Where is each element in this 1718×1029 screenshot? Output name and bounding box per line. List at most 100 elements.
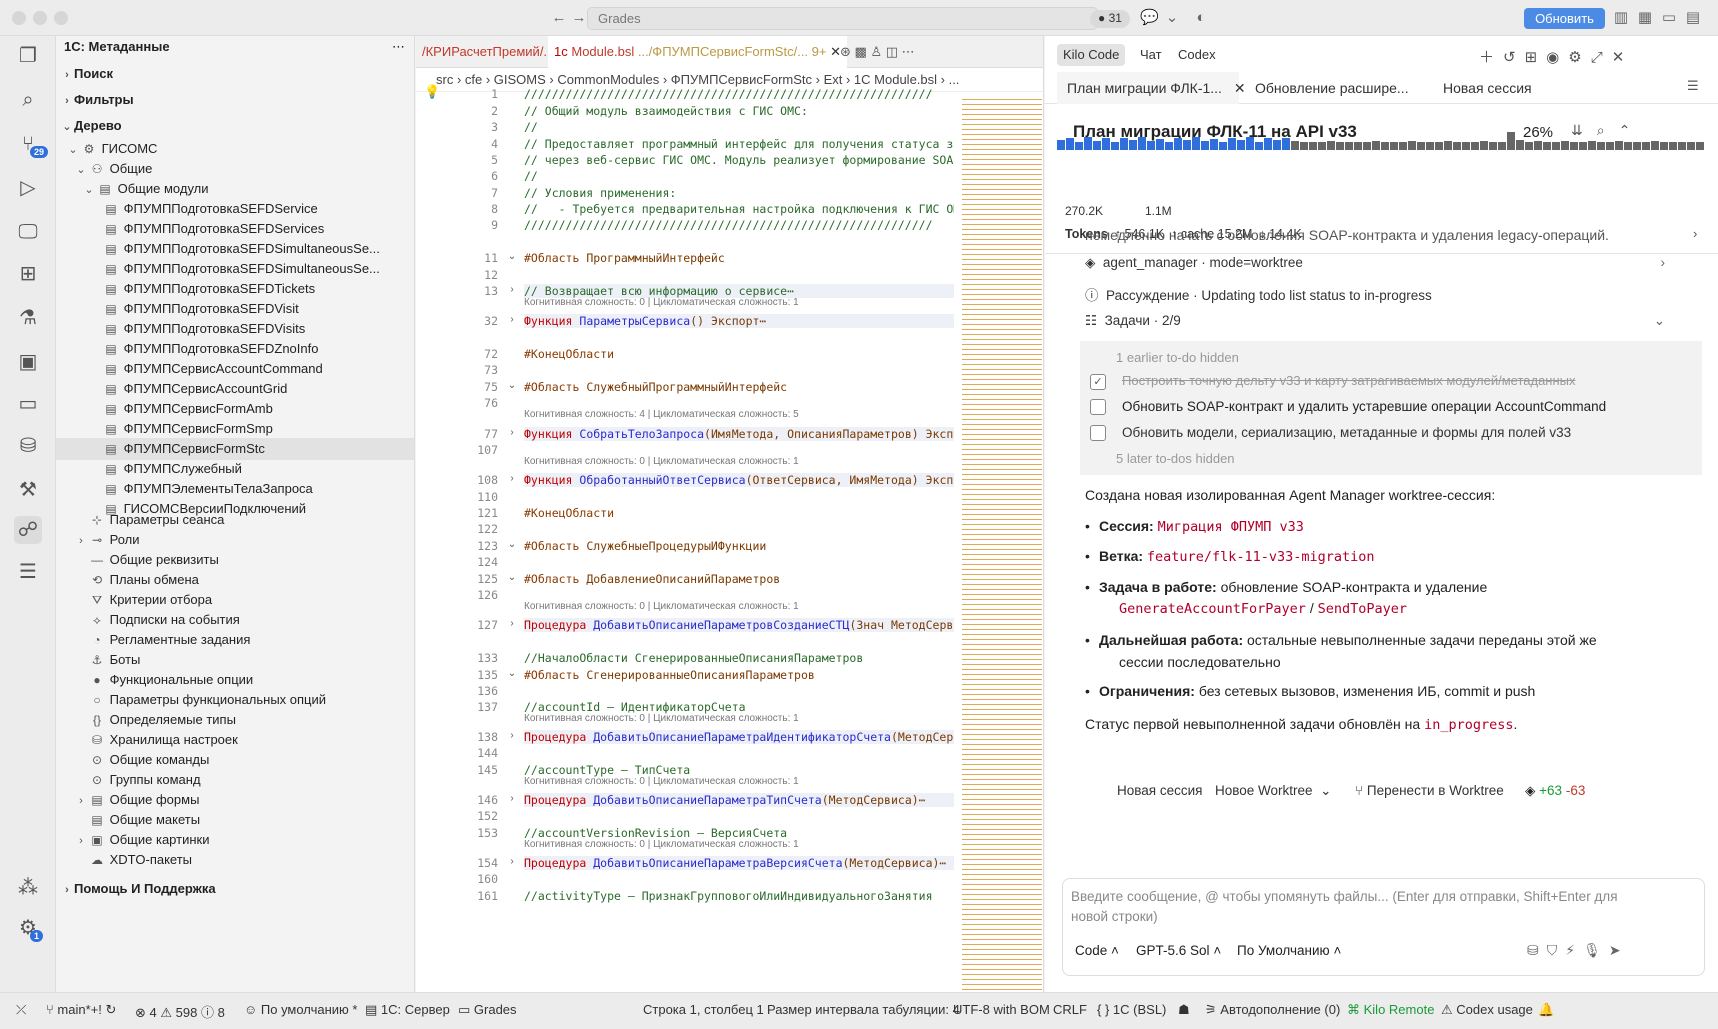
code-line[interactable]: Функция ПараметрыСервиса() Экспорт⋯ bbox=[524, 314, 954, 328]
code-line[interactable]: //activityType – ПризнакГрупповогоИлиИнд… bbox=[524, 889, 954, 903]
back-arrow-icon[interactable]: ← bbox=[550, 9, 568, 27]
tree-node[interactable]: ⊙ Группы команд bbox=[56, 769, 414, 791]
forward-arrow-icon[interactable]: → bbox=[570, 9, 588, 27]
codex-usage[interactable]: ⚠ Codex usage bbox=[1441, 1002, 1533, 1018]
tree-module-item[interactable]: ▤ ФПУМППодготовкаSEFDServices bbox=[56, 218, 414, 240]
code-line[interactable]: //accountVersionRevision – ВерсияСчета bbox=[524, 826, 954, 840]
chevron-right-icon[interactable]: › bbox=[506, 314, 518, 325]
tree-node[interactable]: ⊙ Общие команды bbox=[56, 749, 414, 771]
new-worktree-button[interactable]: Новое Worktree ⌄ bbox=[1215, 783, 1331, 799]
command-center[interactable]: Grades bbox=[587, 7, 1098, 30]
code-line[interactable]: #КонецОбласти bbox=[524, 506, 954, 520]
section-help[interactable]: › Помощь И Поддержка bbox=[56, 878, 414, 900]
code-line[interactable]: #Область СгенерированныеОписанияПараметр… bbox=[524, 668, 954, 682]
remote-explorer-icon[interactable]: 🖵 bbox=[14, 218, 42, 246]
section-search[interactable]: › Поиск bbox=[56, 63, 414, 85]
branch-indicator[interactable]: ⑂ main*+! ↻ bbox=[46, 1002, 116, 1018]
cursor-position[interactable]: Строка 1, столбец 1 bbox=[643, 1002, 764, 1017]
preset-select[interactable]: По Умолчанию ˄ bbox=[1237, 943, 1341, 958]
todo-item[interactable]: Обновить модели, сериализацию, метаданны… bbox=[1090, 425, 1571, 442]
minimize-window-button[interactable] bbox=[33, 11, 47, 25]
ai-icon[interactable]: ⊛ bbox=[840, 44, 851, 59]
chevron-right-icon[interactable]: › bbox=[1693, 226, 1697, 241]
session-tab-2[interactable]: Обновление расшире... bbox=[1255, 72, 1409, 104]
chevron-down-icon[interactable]: ⌄ bbox=[506, 251, 518, 262]
chevron-right-icon[interactable]: › bbox=[506, 793, 518, 804]
chevron-right-icon[interactable]: › bbox=[506, 730, 518, 741]
mode-select[interactable]: Code ˄ bbox=[1075, 943, 1119, 958]
complexity-hint[interactable]: Когнитивная сложность: 0 | Цикломатическ… bbox=[524, 601, 799, 612]
code-line[interactable]: #Область СлужебныеПроцедурыИФункции bbox=[524, 539, 954, 553]
code-line[interactable]: // Предоставляет программный интерфейс д… bbox=[524, 137, 954, 151]
toggle-panel-icon[interactable]: ▭ bbox=[1660, 9, 1678, 27]
notifications-icon[interactable]: 🔔 bbox=[1538, 1002, 1554, 1018]
tree-node[interactable]: ○ Параметры функциональных опций bbox=[56, 689, 414, 711]
chevron-down-icon[interactable]: ⌄ bbox=[506, 668, 518, 679]
session-menu-icon[interactable]: ☰ bbox=[1687, 78, 1699, 94]
agent-row[interactable]: ◈ agent_manager · mode=worktree › bbox=[1085, 255, 1675, 271]
list-icon[interactable]: ☰ bbox=[14, 558, 42, 586]
tree-node[interactable]: ⊹ Параметры сеанса bbox=[56, 509, 414, 531]
code-line[interactable]: // bbox=[524, 169, 954, 183]
tree-node[interactable]: ◔ Регламентные задания bbox=[56, 629, 414, 651]
kilo-remote[interactable]: ⌘ Kilo Remote bbox=[1347, 1002, 1434, 1018]
code-line[interactable]: ////////////////////////////////////////… bbox=[524, 218, 954, 232]
tree-module-item[interactable]: ▤ ФПУМППодготовкаSEFDZnoInfo bbox=[56, 338, 414, 360]
section-tree[interactable]: ⌄ Дерево bbox=[56, 115, 414, 137]
code-line[interactable]: #Область СлужебныйПрограммныйИнтерфейс bbox=[524, 380, 954, 394]
tasks-row[interactable]: ☷ Задачи · 2/9 ⌄ bbox=[1085, 313, 1675, 329]
tree-root[interactable]: ⌄ ⚙ ГИСОМС bbox=[56, 138, 414, 160]
code-line[interactable]: //accountType – ТипСчета bbox=[524, 763, 954, 777]
close-icon[interactable]: ✕ bbox=[1234, 80, 1246, 96]
code-line[interactable]: // Общий модуль взаимодействия с ГИС ОМС… bbox=[524, 104, 954, 118]
code-line[interactable]: // - Требуется предварительная настройка… bbox=[524, 202, 954, 216]
tree-module-item[interactable]: ▤ ФПУМППодготовкаSEFDVisits bbox=[56, 318, 414, 340]
run-debug-icon[interactable]: ▷ bbox=[14, 174, 42, 202]
package-icon[interactable]: ▣ bbox=[14, 348, 42, 376]
complexity-hint[interactable]: Когнитивная сложность: 0 | Цикломатическ… bbox=[524, 776, 799, 787]
reasoning-row[interactable]: ⓘ Рассуждение · Updating todo list statu… bbox=[1085, 284, 1432, 304]
chevron-down-icon[interactable]: ⌄ bbox=[506, 572, 518, 583]
tree-node[interactable]: › ▤ Общие формы bbox=[56, 789, 414, 811]
tab-codex[interactable]: Codex bbox=[1172, 44, 1222, 66]
tree-module-item[interactable]: ▤ ФПУМПЭлементыТелаЗапроса bbox=[56, 478, 414, 500]
tree-common-modules[interactable]: ⌄ ▤ Общие модули bbox=[56, 178, 414, 200]
shield-icon[interactable]: ⛉ bbox=[1547, 942, 1566, 958]
chevron-down-icon[interactable]: ⌄ bbox=[506, 539, 518, 550]
kilo-icon[interactable]: ⁂ bbox=[14, 874, 42, 902]
new-session-button[interactable]: Новая сессия bbox=[1117, 783, 1202, 798]
tree-node[interactable]: › ⊸ Роли bbox=[56, 529, 414, 551]
tree-node[interactable]: — Общие реквизиты bbox=[56, 549, 414, 571]
session-tab-active[interactable]: План миграции ФЛК-1... ✕ bbox=[1057, 72, 1246, 104]
tree-module-item[interactable]: ▤ ФПУМПСервисFormAmb bbox=[56, 398, 414, 420]
settings-icon[interactable]: ⚙ bbox=[1568, 49, 1590, 66]
todo-item-active[interactable]: Обновить SOAP-контракт и удалить устарев… bbox=[1090, 399, 1606, 416]
chat-icon[interactable]: 💬 bbox=[1140, 9, 1159, 27]
tree-node[interactable]: ● Функциональные опции bbox=[56, 669, 414, 691]
tree-module-item[interactable]: ▤ ФПУМПСервисAccountCommand bbox=[56, 358, 414, 380]
chevron-right-icon[interactable]: › bbox=[506, 618, 518, 629]
session-tab-3[interactable]: Новая сессия bbox=[1443, 72, 1532, 104]
code-line[interactable]: // bbox=[524, 120, 954, 134]
tree-node[interactable]: ⛁ Хранилища настроек bbox=[56, 729, 414, 751]
code-line[interactable]: ////////////////////////////////////////… bbox=[524, 87, 954, 101]
add-icon[interactable]: ＋ bbox=[1479, 49, 1503, 66]
chevron-right-icon[interactable]: › bbox=[506, 284, 518, 295]
chevron-right-icon[interactable]: › bbox=[506, 427, 518, 438]
profile-icon[interactable]: ◉ bbox=[1546, 49, 1568, 66]
magic-icon[interactable]: ⚡ bbox=[1565, 942, 1583, 958]
code-line[interactable]: Процедура ДобавитьОписаниеПараметраТипСч… bbox=[524, 793, 954, 807]
code-line[interactable]: Процедура ДобавитьОписаниеПараметраИдент… bbox=[524, 730, 954, 744]
close-window-button[interactable] bbox=[12, 11, 26, 25]
tree-module-item[interactable]: ▤ ФПУМПСервисAccountGrid bbox=[56, 378, 414, 400]
tree-module-item[interactable]: ▤ ФПУМППодготовкаSEFDSimultaneousSe... bbox=[56, 258, 414, 280]
complexity-hint[interactable]: Когнитивная сложность: 4 | Цикломатическ… bbox=[524, 409, 799, 420]
tree-node[interactable]: › ▣ Общие картинки bbox=[56, 829, 414, 851]
account-icon[interactable]: ◐ bbox=[1192, 9, 1210, 27]
move-worktree-button[interactable]: ⑂ Перенести в Worktree bbox=[1355, 783, 1504, 798]
tab-kilo-code[interactable]: Kilo Code bbox=[1057, 44, 1126, 66]
project-indicator[interactable]: ▭ Grades bbox=[458, 1002, 517, 1018]
encoding[interactable]: UTF-8 with BOM bbox=[953, 1002, 1050, 1017]
checkbox-checked[interactable]: ✓ bbox=[1090, 373, 1106, 390]
explorer-icon[interactable]: ❐ bbox=[14, 42, 42, 70]
